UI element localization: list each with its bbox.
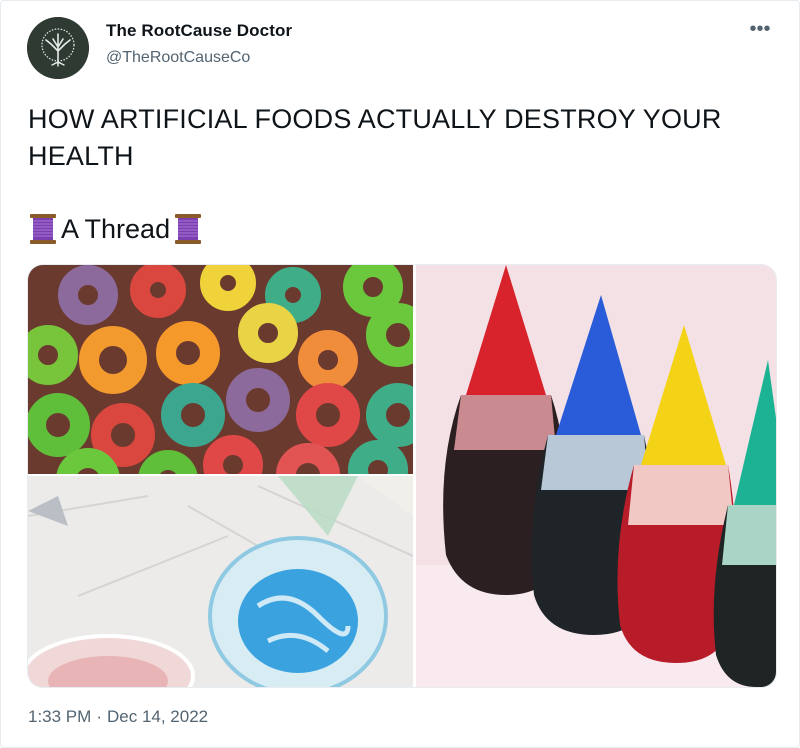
cereal-photo[interactable] bbox=[28, 265, 413, 474]
author-handle[interactable]: @TheRootCauseCo bbox=[106, 49, 250, 67]
more-options-icon[interactable]: ••• bbox=[746, 19, 774, 39]
frosting-bowl-photo[interactable] bbox=[28, 476, 413, 687]
media-grid bbox=[27, 264, 777, 688]
tree-logo-icon bbox=[27, 17, 89, 79]
timestamp-separator: · bbox=[96, 707, 102, 726]
tweet-text: HOW ARTIFICIAL FOODS ACTUALLY DESTROY YO… bbox=[28, 104, 722, 171]
avatar[interactable] bbox=[27, 17, 89, 79]
spool-icon bbox=[30, 214, 56, 244]
author-name[interactable]: The RootCause Doctor bbox=[106, 21, 292, 41]
tweet-timestamp[interactable]: 1:33 PM · Dec 14, 2022 bbox=[28, 707, 208, 727]
food-coloring-photo[interactable] bbox=[416, 265, 776, 687]
thread-label: A Thread bbox=[61, 214, 171, 244]
thread-label-line: A Thread bbox=[28, 209, 203, 249]
spool-icon bbox=[175, 214, 202, 244]
tweet-date: Dec 14, 2022 bbox=[106, 707, 209, 726]
tweet-time: 1:33 PM bbox=[28, 707, 92, 726]
tweet-card: The RootCause Doctor @TheRootCauseCo •••… bbox=[0, 0, 800, 748]
